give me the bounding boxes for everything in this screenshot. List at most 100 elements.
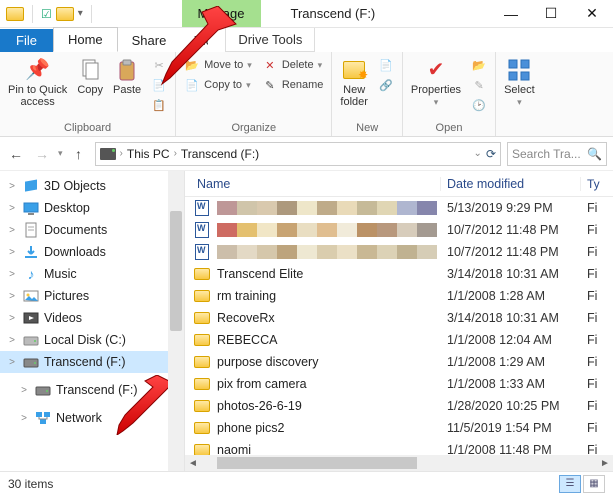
search-input[interactable]: Search Tra... 🔍 (507, 142, 607, 166)
expand-icon[interactable]: > (6, 225, 18, 236)
qat-dropdown-icon[interactable]: ▾ (78, 8, 83, 19)
tree-item-documents[interactable]: >Documents (0, 219, 184, 241)
file-name: purpose discovery (217, 355, 447, 369)
delete-button[interactable]: ✕Delete▾ (260, 56, 326, 74)
tab-view[interactable]: View (180, 29, 208, 52)
tab-share[interactable]: Share (118, 29, 181, 52)
expand-icon[interactable]: > (6, 357, 18, 368)
tree-item-network[interactable]: >Network (0, 407, 184, 429)
tab-file[interactable]: File (0, 29, 53, 52)
pin-quick-access-button[interactable]: 📌 Pin to Quick access (6, 56, 69, 110)
file-row[interactable]: REBECCA1/1/2008 12:04 AMFi (185, 329, 613, 351)
breadcrumb[interactable]: › This PC › Transcend (F:) ⌄ ⟳ (95, 142, 501, 166)
horizontal-scrollbar[interactable]: ◄► (185, 455, 613, 471)
tree-item-transcendf2[interactable]: >Transcend (F:) (0, 379, 184, 401)
properties-button[interactable]: ✔ Properties ▾ (409, 56, 463, 110)
tree-scrollbar[interactable] (168, 171, 184, 471)
new-folder-button[interactable]: ✸ New folder (338, 56, 370, 110)
group-select: Select ▾ (496, 52, 543, 136)
address-bar: ← → ▾ ↑ › This PC › Transcend (F:) ⌄ ⟳ S… (0, 137, 613, 171)
copy-button[interactable]: Copy (75, 56, 105, 98)
file-row[interactable]: 10/7/2012 11:48 PMFi (185, 241, 613, 263)
file-name (217, 223, 447, 237)
tree-icon (22, 354, 40, 370)
expand-icon[interactable]: > (6, 203, 18, 214)
breadcrumb-location[interactable]: Transcend (F:) (181, 147, 259, 161)
tree-item-localc[interactable]: >Local Disk (C:) (0, 329, 184, 351)
col-type[interactable]: Ty (580, 177, 600, 191)
nav-tree[interactable]: >3D Objects>Desktop>Documents>Downloads>… (0, 171, 185, 471)
qat-checkbox-icon[interactable]: ☑ (41, 7, 52, 21)
paste-button[interactable]: Paste (111, 56, 143, 98)
expand-icon[interactable]: > (6, 335, 18, 346)
file-date: 5/13/2019 9:29 PM (447, 201, 587, 215)
expand-icon[interactable]: > (6, 247, 18, 258)
tab-drive-tools[interactable]: Drive Tools (225, 28, 315, 52)
expand-icon[interactable]: > (18, 385, 30, 396)
col-name[interactable]: Name (185, 177, 440, 191)
tree-item-music[interactable]: >♪Music (0, 263, 184, 285)
refresh-icon[interactable]: ⟳ (486, 147, 496, 161)
file-row[interactable]: Transcend Elite3/14/2018 10:31 AMFi (185, 263, 613, 285)
column-headers[interactable]: Name Date modified Ty (185, 171, 613, 197)
expand-icon[interactable]: > (6, 291, 18, 302)
tab-home[interactable]: Home (53, 27, 118, 52)
file-row[interactable]: 5/13/2019 9:29 PMFi (185, 197, 613, 219)
copy-path-button[interactable]: 📄 (149, 76, 169, 94)
file-row[interactable]: purpose discovery1/1/2008 1:29 AMFi (185, 351, 613, 373)
expand-icon[interactable]: > (18, 413, 30, 424)
chevron-right-icon[interactable]: › (120, 148, 123, 159)
easy-access-button[interactable]: 🔗 (376, 76, 396, 94)
open-button[interactable]: 📂 (469, 56, 489, 74)
file-date: 3/14/2018 10:31 AM (447, 311, 587, 325)
tree-item-videos[interactable]: >Videos (0, 307, 184, 329)
file-row[interactable]: naomi1/1/2008 11:48 PMFi (185, 439, 613, 455)
recent-locations-icon[interactable]: ▾ (58, 148, 63, 159)
new-item-button[interactable]: 📄 (376, 56, 396, 74)
edit-button[interactable]: ✎ (469, 76, 489, 94)
tree-icon: ♪ (22, 266, 40, 282)
tree-label: Desktop (44, 201, 90, 215)
tree-item-pictures[interactable]: >Pictures (0, 285, 184, 307)
icons-view-button[interactable]: ▦ (583, 475, 605, 493)
close-button[interactable]: ✕ (571, 0, 613, 28)
file-row[interactable]: phone pics211/5/2019 1:54 PMFi (185, 417, 613, 439)
copy-to-button[interactable]: 📄Copy to▾ (182, 76, 254, 94)
rename-button[interactable]: ✎Rename (260, 76, 326, 94)
back-button[interactable]: ← (6, 144, 26, 164)
group-open: ✔ Properties ▾ 📂 ✎ 🕑 Open (403, 52, 496, 136)
expand-icon[interactable]: > (6, 313, 18, 324)
details-view-button[interactable]: ☰ (559, 475, 581, 493)
expand-icon[interactable]: > (6, 181, 18, 192)
up-button[interactable]: ↑ (69, 144, 89, 164)
file-row[interactable]: RecoveRx3/14/2018 10:31 AMFi (185, 307, 613, 329)
maximize-button[interactable]: ☐ (531, 0, 571, 28)
breadcrumb-this-pc[interactable]: This PC (127, 147, 170, 161)
file-row[interactable]: photos-26-6-191/28/2020 10:25 PMFi (185, 395, 613, 417)
history-button[interactable]: 🕑 (469, 96, 489, 114)
tree-item-3d[interactable]: >3D Objects (0, 175, 184, 197)
tree-item-transcendf[interactable]: >Transcend (F:) (0, 351, 184, 373)
expand-icon[interactable]: > (6, 269, 18, 280)
col-date[interactable]: Date modified (440, 177, 580, 191)
scissors-icon: ✂ (151, 57, 167, 73)
file-row[interactable]: 10/7/2012 11:48 PMFi (185, 219, 613, 241)
file-row[interactable]: rm training1/1/2008 1:28 AMFi (185, 285, 613, 307)
file-name: rm training (217, 289, 447, 303)
folder-icon (193, 332, 211, 348)
context-tab-manage[interactable]: Manage (182, 0, 261, 27)
paste-icon (115, 58, 139, 82)
move-to-button[interactable]: 📂Move to▾ (182, 56, 254, 74)
tree-item-downloads[interactable]: >Downloads (0, 241, 184, 263)
select-button[interactable]: Select ▾ (502, 56, 537, 110)
paste-shortcut-button[interactable]: 📋 (149, 96, 169, 114)
forward-button[interactable]: → (32, 144, 52, 164)
chevron-down-icon[interactable]: ⌄ (474, 148, 482, 159)
file-row[interactable]: pix from camera1/1/2008 1:33 AMFi (185, 373, 613, 395)
chevron-right-icon[interactable]: › (174, 148, 177, 159)
qat-folder-icon[interactable] (56, 7, 74, 21)
tree-item-desktop[interactable]: > Desktop (0, 197, 184, 219)
minimize-button[interactable]: — (491, 0, 531, 28)
cut-button[interactable]: ✂ (149, 56, 169, 74)
file-name: photos-26-6-19 (217, 399, 447, 413)
